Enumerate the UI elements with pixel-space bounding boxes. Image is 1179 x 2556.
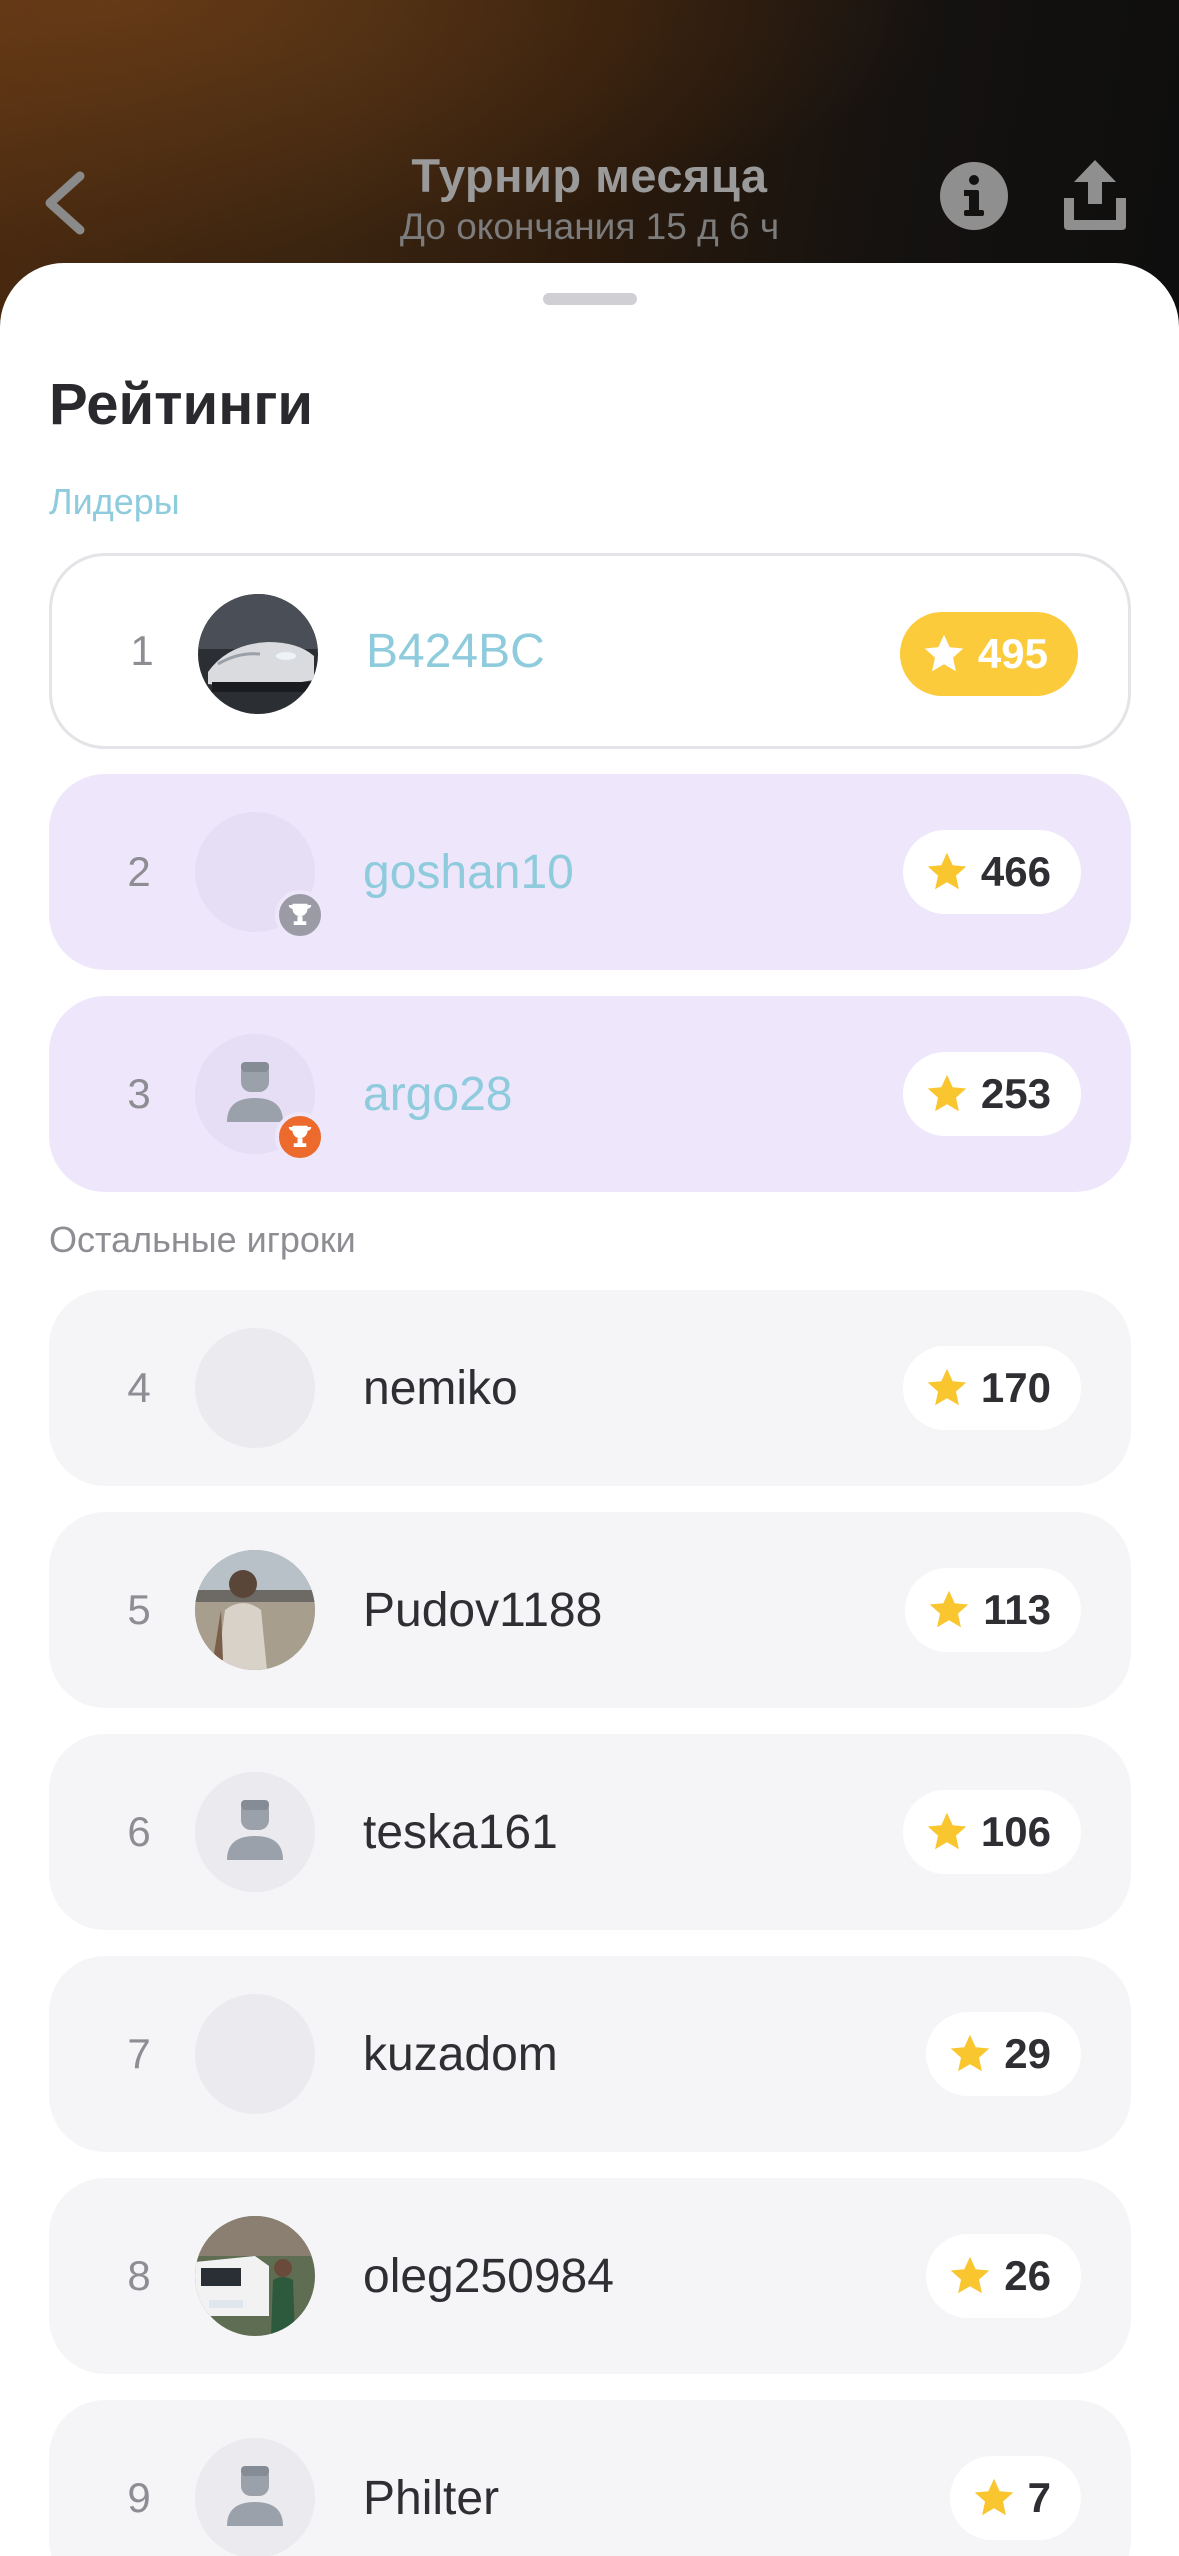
star-icon — [924, 634, 964, 672]
score-badge: 495 — [899, 612, 1078, 696]
player-row[interactable]: 4 nemiko 170 — [49, 1290, 1131, 1486]
score-badge: 253 — [902, 1052, 1081, 1136]
score-value: 29 — [1004, 2030, 1051, 2077]
share-icon — [1064, 160, 1126, 230]
player-name: B424BC — [366, 624, 545, 678]
info-button[interactable] — [940, 162, 1008, 230]
score-value: 26 — [1004, 2252, 1051, 2299]
avatar — [195, 1328, 315, 1448]
person-icon — [195, 1772, 315, 1892]
score-badge: 113 — [905, 1568, 1081, 1652]
ratings-sheet: Рейтинги Лидеры 1 B424BC 495 2 goshan10 — [0, 263, 1179, 2556]
score-value: 495 — [977, 630, 1048, 677]
score-badge: 106 — [902, 1790, 1081, 1874]
silver-trophy-icon — [275, 890, 325, 940]
person-icon — [195, 2438, 315, 2556]
rank-number: 1 — [130, 627, 154, 674]
player-row[interactable]: 9 Philter 7 — [49, 2400, 1131, 2556]
player-row[interactable]: 8 oleg250984 26 — [49, 2178, 1131, 2374]
star-icon — [927, 1812, 967, 1850]
rank-number: 2 — [127, 848, 151, 895]
star-icon — [951, 2256, 990, 2294]
leaders-section-label: Лидеры — [49, 481, 180, 522]
score-badge: 26 — [926, 2234, 1081, 2318]
rank-number: 5 — [127, 1586, 151, 1633]
leader-row[interactable]: 2 goshan10 466 — [49, 774, 1131, 970]
score-value: 106 — [980, 1808, 1051, 1855]
rank-number: 8 — [127, 2252, 151, 2299]
player-name: nemiko — [363, 1361, 518, 1415]
score-badge: 170 — [902, 1346, 1081, 1430]
star-icon — [951, 2034, 990, 2072]
player-row[interactable]: 5 Pudov1188 113 — [49, 1512, 1131, 1708]
rank-number: 9 — [127, 2474, 151, 2521]
info-icon — [940, 162, 1008, 230]
sheet-grabber[interactable] — [543, 293, 637, 305]
share-button[interactable] — [1060, 158, 1130, 232]
player-row[interactable]: 7 kuzadom 29 — [49, 1956, 1131, 2152]
player-name: kuzadom — [363, 2027, 558, 2081]
player-name: oleg250984 — [363, 2249, 614, 2303]
player-name: teska161 — [363, 1805, 558, 1859]
player-name: Pudov1188 — [363, 1583, 603, 1637]
score-value: 170 — [980, 1364, 1051, 1411]
leader-row[interactable]: 3 argo28 253 — [49, 996, 1131, 1192]
avatar — [198, 594, 318, 714]
avatar — [195, 1772, 315, 1892]
rank-number: 7 — [127, 2030, 151, 2077]
star-icon — [929, 1590, 969, 1628]
star-icon — [927, 1074, 967, 1112]
star-icon — [927, 1368, 967, 1406]
others-section-label: Остальные игроки — [49, 1219, 356, 1260]
avatar — [195, 1550, 315, 1670]
player-name: argo28 — [363, 1067, 513, 1121]
avatar — [195, 2438, 315, 2556]
player-name: Philter — [363, 2471, 500, 2525]
score-value: 253 — [980, 1070, 1051, 1117]
score-badge: 29 — [926, 2012, 1081, 2096]
star-icon — [927, 852, 967, 890]
score-value: 113 — [983, 1586, 1051, 1633]
score-value: 7 — [1027, 2474, 1051, 2521]
player-name: goshan10 — [363, 845, 574, 899]
bronze-trophy-icon — [275, 1112, 325, 1162]
score-badge: 7 — [949, 2456, 1081, 2540]
rank-number: 4 — [127, 1364, 151, 1411]
score-value: 466 — [980, 848, 1051, 895]
rank-number: 3 — [127, 1070, 151, 1117]
rank-number: 6 — [127, 1808, 151, 1855]
navigation-bar: Турнир месяца До окончания 15 д 6 ч — [0, 140, 1179, 260]
star-icon — [974, 2478, 1013, 2516]
player-row[interactable]: 6 teska161 106 — [49, 1734, 1131, 1930]
sheet-title: Рейтинги — [49, 372, 314, 437]
leader-row[interactable]: 1 B424BC 495 — [49, 553, 1131, 749]
score-badge: 466 — [902, 830, 1081, 914]
avatar — [195, 2216, 315, 2336]
avatar — [195, 1994, 315, 2114]
